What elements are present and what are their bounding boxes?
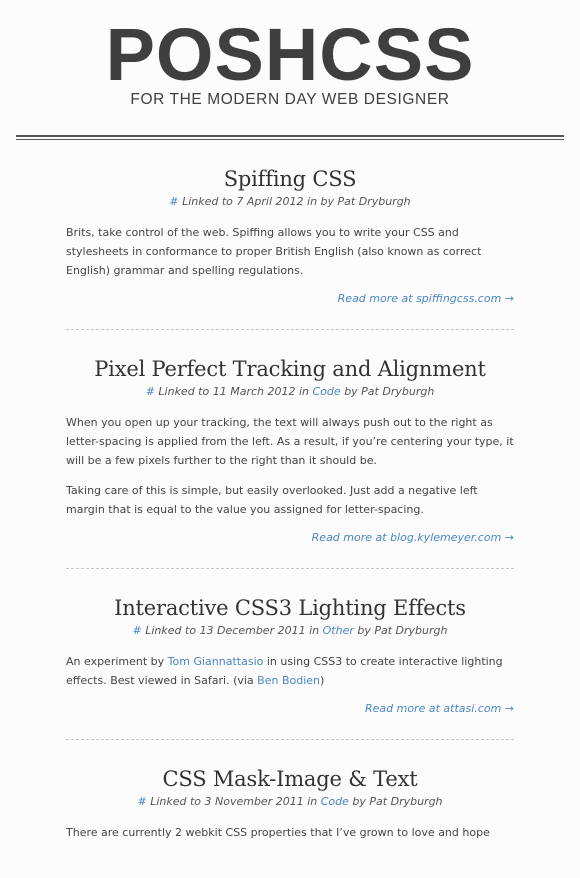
post-author: by Pat Dryburgh [357, 624, 448, 637]
post-meta: # Linked to 11 March 2012 in Code by Pat… [66, 385, 514, 399]
permalink-hash-link[interactable]: # [133, 624, 142, 637]
post-title[interactable]: CSS Mask-Image & Text [66, 766, 514, 792]
post: Spiffing CSS # Linked to 7 April 2012 in … [66, 140, 514, 330]
post: CSS Mask-Image & Text # Linked to 3 Novem… [66, 740, 514, 866]
page: POSHCSS FOR THE MODERN DAY WEB DESIGNER … [0, 0, 580, 878]
category-link[interactable]: Code [321, 795, 349, 808]
category-link[interactable]: Other [323, 624, 354, 637]
read-more: Read more at spiffingcss.com → [66, 292, 514, 305]
post-date: Linked to 13 December 2011 [145, 624, 306, 637]
post-author: by Pat Dryburgh [352, 795, 443, 808]
read-more: Read more at attasi.com → [66, 702, 514, 715]
post: Pixel Perfect Tracking and Alignment # Li… [66, 330, 514, 569]
post-title[interactable]: Interactive CSS3 Lighting Effects [66, 595, 514, 621]
read-more-link[interactable]: Read more at blog.kylemeyer.com → [312, 531, 514, 544]
post-paragraph: An experiment by Tom Giannattasio in usi… [66, 652, 514, 690]
post: Interactive CSS3 Lighting Effects # Linke… [66, 569, 514, 740]
post-list: Spiffing CSS # Linked to 7 April 2012 in … [0, 140, 580, 866]
site-tagline: FOR THE MODERN DAY WEB DESIGNER [130, 91, 450, 108]
paragraph-text: Brits, take control of the web. Spiffing… [66, 226, 482, 277]
post-meta-in: in [298, 385, 310, 398]
paragraph-text: An experiment by [66, 655, 168, 668]
post-paragraph: Taking care of this is simple, but easil… [66, 481, 514, 519]
permalink-hash-link[interactable]: # [169, 195, 178, 208]
paragraph-text: There are currently 2 webkit CSS propert… [66, 826, 490, 839]
post-meta-in: in [307, 795, 318, 808]
inline-link[interactable]: Ben Bodien [257, 674, 320, 687]
category-link[interactable]: Code [313, 385, 341, 398]
permalink-hash-link[interactable]: # [137, 795, 146, 808]
post-author: by Pat Dryburgh [344, 385, 435, 398]
read-more-link[interactable]: Read more at attasi.com → [365, 702, 514, 715]
masthead: POSHCSS FOR THE MODERN DAY WEB DESIGNER [0, 0, 580, 109]
post-author: in by Pat Dryburgh [307, 195, 411, 208]
paragraph-text: Taking care of this is simple, but easil… [66, 484, 478, 516]
post-date: Linked to 11 March 2012 [158, 385, 296, 398]
post-date: Linked to 3 November 2011 [150, 795, 304, 808]
inline-link[interactable]: Tom Giannattasio [168, 655, 264, 668]
post-meta: # Linked to 7 April 2012 in by Pat Drybu… [66, 195, 514, 209]
post-paragraph: When you open up your tracking, the text… [66, 413, 514, 470]
post-meta: # Linked to 3 November 2011 in Code by P… [66, 795, 514, 809]
site-logo[interactable]: POSHCSS [106, 18, 475, 92]
post-paragraph: Brits, take control of the web. Spiffing… [66, 223, 514, 280]
post-meta-in: in [309, 624, 320, 637]
post-title[interactable]: Spiffing CSS [66, 166, 514, 192]
post-meta: # Linked to 13 December 2011 in Other by… [66, 624, 514, 638]
permalink-hash-link[interactable]: # [146, 385, 155, 398]
read-more-link[interactable]: Read more at spiffingcss.com → [338, 292, 514, 305]
post-date: Linked to 7 April 2012 [182, 195, 304, 208]
paragraph-text: ) [320, 674, 325, 687]
post-paragraph: There are currently 2 webkit CSS propert… [66, 823, 514, 842]
paragraph-text: When you open up your tracking, the text… [66, 416, 514, 467]
post-title[interactable]: Pixel Perfect Tracking and Alignment [66, 356, 514, 382]
read-more: Read more at blog.kylemeyer.com → [66, 531, 514, 544]
